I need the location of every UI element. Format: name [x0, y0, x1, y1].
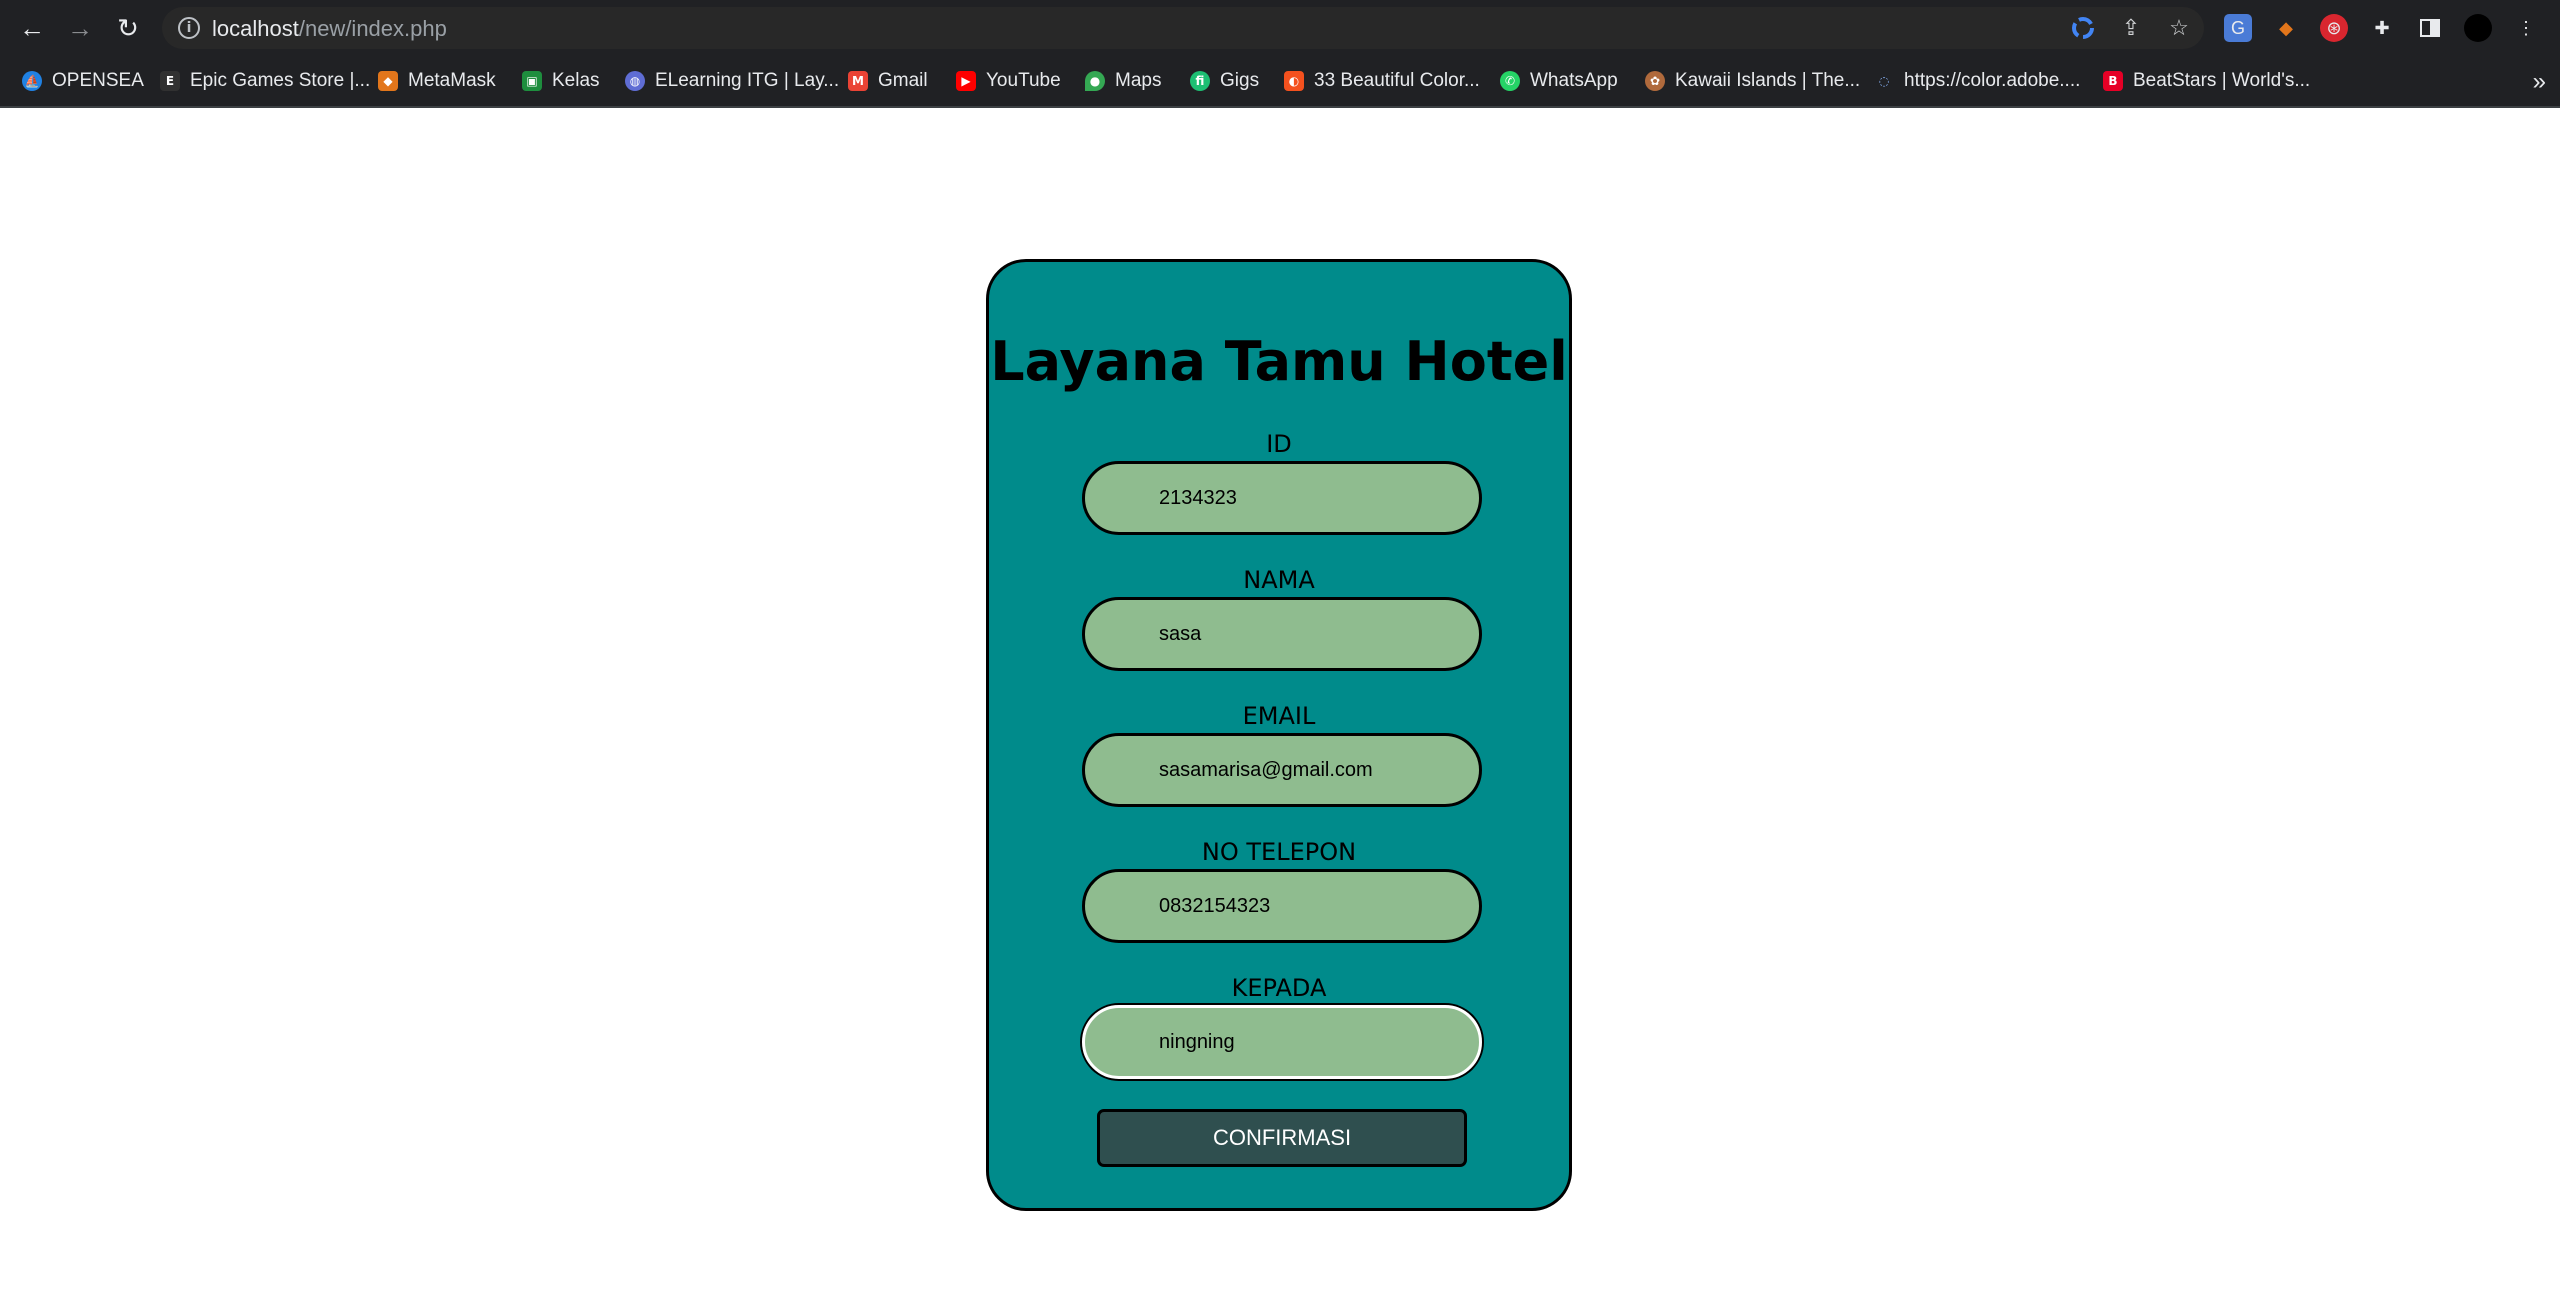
guest-form-card: Layana Tamu Hotel ID NAMA EMAIL NO TELEP… — [986, 259, 1572, 1211]
address-bar[interactable]: i localhost/new/index.php ⇪ ☆ — [162, 7, 2204, 49]
bookmark-label: WhatsApp — [1530, 70, 1618, 91]
beatstars-icon: B — [2103, 71, 2123, 91]
bookmark-label: MetaMask — [408, 70, 496, 91]
email-label: EMAIL — [1242, 702, 1316, 730]
url-host: localhost — [212, 16, 299, 41]
bookmark-star-icon[interactable]: ☆ — [2166, 15, 2192, 41]
bookmark-adobe-color[interactable]: ◌ https://color.adobe.... — [1874, 67, 2081, 95]
bookmark-opensea[interactable]: ⛵ OPENSEA — [22, 67, 144, 95]
reload-icon[interactable]: ↻ — [112, 12, 144, 44]
side-panel-icon[interactable] — [2416, 14, 2444, 42]
more-bookmarks-chevron-icon[interactable]: » — [2533, 68, 2546, 96]
extensions-puzzle-icon[interactable]: ✚ — [2368, 14, 2396, 42]
no-telepon-input[interactable] — [1082, 869, 1482, 943]
id-input[interactable] — [1082, 461, 1482, 535]
bookmark-whatsapp[interactable]: ✆ WhatsApp — [1500, 67, 1618, 95]
bookmark-beautiful-color[interactable]: ◐ 33 Beautiful Color... — [1284, 67, 1480, 95]
maps-pin-icon: ● — [1085, 71, 1105, 91]
url-text[interactable]: localhost/new/index.php — [212, 16, 447, 42]
kepada-label: KEPADA — [1231, 974, 1327, 1002]
opensea-icon: ⛵ — [22, 71, 42, 91]
nama-label: NAMA — [1243, 566, 1315, 594]
bookmark-label: https://color.adobe.... — [1904, 70, 2081, 91]
bookmark-label: Epic Games Store |... — [190, 70, 371, 91]
red-extension-icon[interactable]: ⊛ — [2320, 14, 2348, 42]
epic-games-icon: E — [160, 71, 180, 91]
bookmarks-bar: ⛵ OPENSEA E Epic Games Store |... ◆ MetaMas… — [0, 56, 2560, 108]
kepada-input[interactable] — [1082, 1005, 1482, 1079]
profile-avatar-icon[interactable] — [2464, 14, 2492, 42]
translate-extension-icon[interactable]: G — [2224, 14, 2252, 42]
elearning-icon: ◍ — [625, 71, 645, 91]
metamask-fox-icon: ◆ — [378, 71, 398, 91]
bookmark-label: Kelas — [552, 70, 600, 91]
bookmark-label: OPENSEA — [52, 70, 144, 91]
bookmark-label: Kawaii Islands | The... — [1675, 70, 1861, 91]
bookmark-youtube[interactable]: ▶ YouTube — [956, 67, 1061, 95]
no-telepon-label: NO TELEPON — [1201, 838, 1357, 866]
bookmark-elearning-itg[interactable]: ◍ ELearning ITG | Lay... — [625, 67, 839, 95]
fiverr-icon: fi — [1190, 71, 1210, 91]
bookmark-label: BeatStars | World's... — [2133, 70, 2311, 91]
bookmark-kawaii-islands[interactable]: ✿ Kawaii Islands | The... — [1645, 67, 1860, 95]
whatsapp-icon: ✆ — [1500, 71, 1520, 91]
adobe-color-icon: ◌ — [1878, 74, 1890, 88]
bookmark-label: YouTube — [986, 70, 1061, 91]
nama-input[interactable] — [1082, 597, 1482, 671]
site-info-icon[interactable]: i — [178, 17, 200, 39]
kawaii-islands-icon: ✿ — [1645, 71, 1665, 91]
metamask-extension-icon[interactable]: ◆ — [2272, 14, 2300, 42]
bookmark-label: Gigs — [1220, 70, 1260, 91]
id-label: ID — [1266, 430, 1292, 458]
color-palette-icon: ◐ — [1284, 71, 1304, 91]
bookmark-label: Maps — [1115, 70, 1162, 91]
bookmark-label: ELearning ITG | Lay... — [655, 70, 840, 91]
bookmark-beatstars[interactable]: B BeatStars | World's... — [2103, 67, 2310, 95]
confirmasi-button[interactable]: CONFIRMASI — [1097, 1109, 1467, 1167]
bookmark-metamask[interactable]: ◆ MetaMask — [378, 67, 496, 95]
browser-toolbar: ← → ↻ i localhost/new/index.php ⇪ ☆ G ◆ … — [0, 0, 2560, 56]
bookmark-label: Gmail — [878, 70, 928, 91]
form-title: Layana Tamu Hotel — [990, 330, 1568, 393]
back-arrow-icon[interactable]: ← — [16, 12, 48, 44]
menu-kebab-icon[interactable]: ⋮ — [2512, 14, 2540, 42]
url-path: /new/index.php — [298, 16, 447, 41]
bookmark-label: 33 Beautiful Color... — [1314, 70, 1480, 91]
bookmark-maps[interactable]: ● Maps — [1085, 67, 1161, 95]
google-classroom-icon: ▣ — [522, 71, 542, 91]
gmail-icon: M — [848, 71, 868, 91]
bookmark-epic-games[interactable]: E Epic Games Store |... — [160, 67, 370, 95]
youtube-icon: ▶ — [956, 71, 976, 91]
forward-arrow-icon[interactable]: → — [64, 12, 96, 44]
share-icon[interactable]: ⇪ — [2118, 15, 2144, 41]
google-lens-icon[interactable] — [2070, 15, 2096, 41]
bookmark-gigs[interactable]: fi Gigs — [1190, 67, 1259, 95]
email-input[interactable] — [1082, 733, 1482, 807]
bookmark-gmail[interactable]: M Gmail — [848, 67, 928, 95]
bookmark-kelas[interactable]: ▣ Kelas — [522, 67, 600, 95]
